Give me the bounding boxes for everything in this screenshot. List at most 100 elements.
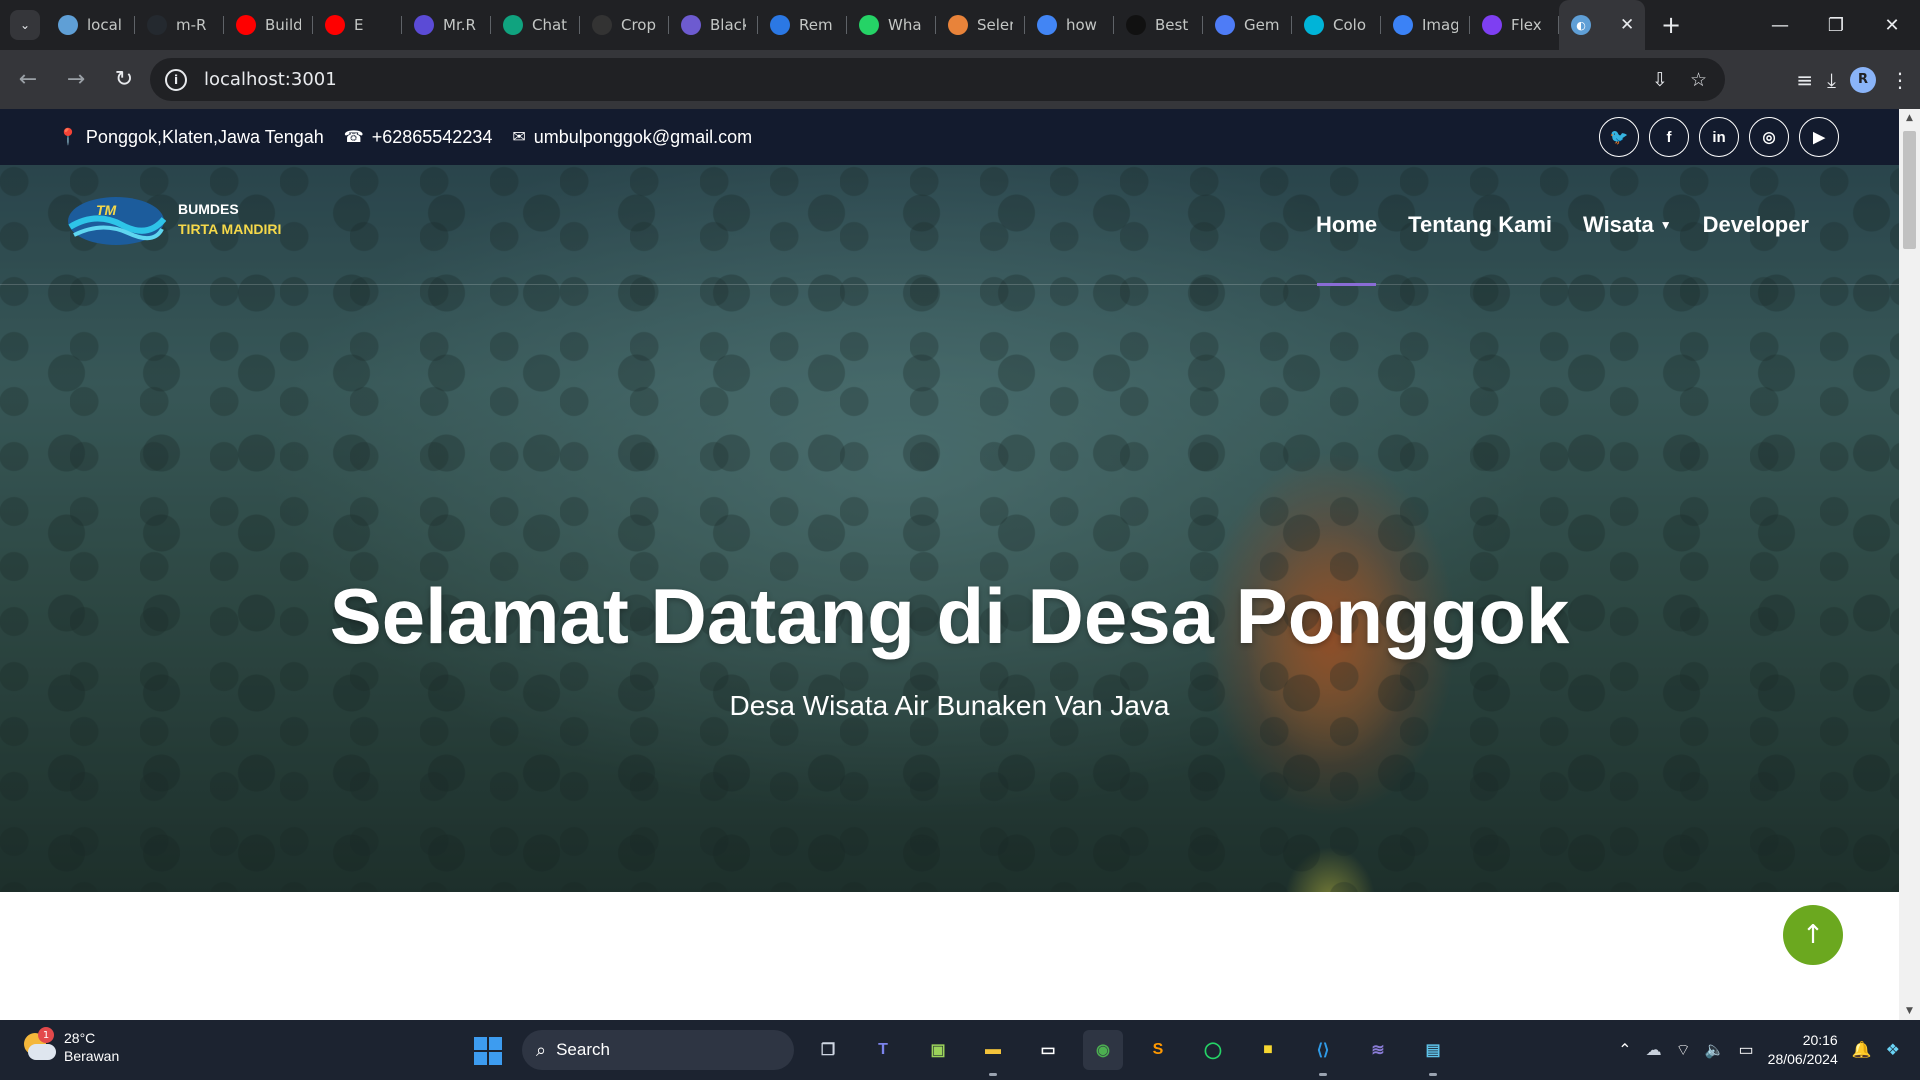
close-tab-icon[interactable]: ✕	[1620, 15, 1634, 35]
sublime-text-icon[interactable]: S	[1138, 1030, 1178, 1070]
browser-tab[interactable]: Black	[669, 0, 758, 50]
contact-topbar: 📍 Ponggok,Klaten,Jawa Tengah ☎ +62865542…	[0, 109, 1899, 165]
site-globe-icon: ◐	[1571, 15, 1591, 35]
scroll-up-icon[interactable]: ▲	[1899, 109, 1920, 127]
browser-tab[interactable]: Imag	[1381, 0, 1470, 50]
tab-search-chevron-icon[interactable]: ⌄	[10, 10, 40, 40]
weather-widget[interactable]: 1 28°C Berawan	[22, 1027, 120, 1065]
windows-start-icon[interactable]	[474, 1037, 502, 1065]
svg-text:TM: TM	[96, 202, 117, 218]
main-navbar: TM BUMDES TIRTA MANDIRI Home Tentang Kam…	[0, 165, 1899, 286]
install-app-icon[interactable]: ⇩	[1652, 69, 1668, 91]
vscode-icon[interactable]: ⟨⟩	[1303, 1030, 1343, 1076]
phone-text: +62865542234	[371, 126, 493, 147]
back-icon[interactable]: ←	[8, 60, 48, 100]
address-text: Ponggok,Klaten,Jawa Tengah	[85, 126, 324, 147]
nav-tentang-kami[interactable]: Tentang Kami	[1408, 165, 1552, 285]
caret-down-icon: ▼	[1659, 218, 1672, 232]
browser-tab[interactable]: Seler	[936, 0, 1025, 50]
browser-tab[interactable]: Chat	[491, 0, 580, 50]
new-tab-button[interactable]: +	[1653, 7, 1689, 43]
active-tab[interactable]: ◐ ✕	[1559, 0, 1645, 50]
facebook-icon[interactable]: f	[1649, 117, 1689, 157]
restore-icon[interactable]: ❐	[1808, 0, 1864, 50]
io-icon	[592, 15, 612, 35]
scrollbar-thumb[interactable]	[1903, 131, 1916, 249]
browser-tab[interactable]: Build	[224, 0, 313, 50]
whatsapp-icon	[859, 15, 879, 35]
chrome-icon[interactable]: ◉	[1083, 1030, 1123, 1070]
taskbar-clock[interactable]: 20:16 28/06/2024	[1768, 1031, 1838, 1069]
search-icon: ⌕	[536, 1039, 547, 1061]
notifications-bell-icon[interactable]: 🔔	[1852, 1040, 1872, 1060]
browser-tab[interactable]: E	[313, 0, 402, 50]
nav-developer[interactable]: Developer	[1703, 165, 1809, 285]
tab-title: Wha	[888, 16, 922, 34]
whatsapp-icon[interactable]: ◯	[1193, 1030, 1233, 1070]
sticky-notes-icon[interactable]: ■	[1248, 1030, 1288, 1070]
battery-icon[interactable]: ▭	[1739, 1040, 1754, 1060]
linkedin-icon[interactable]: in	[1699, 117, 1739, 157]
photos-icon[interactable]: ▣	[918, 1030, 958, 1070]
terminal-icon[interactable]: ▭	[1028, 1030, 1068, 1070]
browser-tab[interactable]: Mr.R	[402, 0, 491, 50]
page-viewport: 📍 Ponggok,Klaten,Jawa Tengah ☎ +62865542…	[0, 109, 1899, 1020]
close-window-icon[interactable]: ✕	[1864, 0, 1920, 50]
address-bar[interactable]: i localhost:3001 ⇩ ☆	[150, 58, 1725, 101]
logo-wave-icon: TM	[68, 197, 166, 245]
bookmark-icon	[770, 15, 790, 35]
browser-tab[interactable]: Rem	[758, 0, 847, 50]
notepad-icon[interactable]: ▤	[1413, 1030, 1453, 1076]
twitter-icon[interactable]: 🐦	[1599, 117, 1639, 157]
browser-tab[interactable]: Crop	[580, 0, 669, 50]
onedrive-icon[interactable]: ☁	[1646, 1040, 1662, 1060]
hero-section: TM BUMDES TIRTA MANDIRI Home Tentang Kam…	[0, 165, 1899, 892]
browser-tab[interactable]: local	[46, 0, 135, 50]
bookmark-star-icon[interactable]: ☆	[1690, 69, 1707, 91]
logo-line1: BUMDES	[178, 201, 239, 217]
address-info: 📍 Ponggok,Klaten,Jawa Tengah	[58, 127, 324, 148]
page-scrollbar[interactable]: ▲ ▼	[1899, 109, 1920, 1020]
visual-studio-icon[interactable]: ≋	[1358, 1030, 1398, 1070]
system-tray: ⌃ ☁ ⌔ 🔈 ▭ 20:16 28/06/2024 🔔 ❖	[1618, 1020, 1900, 1080]
tab-title: Gem	[1244, 16, 1280, 34]
media-control-icon[interactable]: ≡	[1796, 68, 1813, 92]
browser-tab[interactable]: how	[1025, 0, 1114, 50]
browser-tab[interactable]: Colo	[1292, 0, 1381, 50]
tray-overflow-icon[interactable]: ⌃	[1618, 1040, 1631, 1060]
menu-dots-icon[interactable]: ⋮	[1890, 68, 1910, 92]
scroll-down-icon[interactable]: ▼	[1899, 1002, 1920, 1020]
youtube-icon	[325, 15, 345, 35]
task-view-icon[interactable]: ❐	[808, 1030, 848, 1070]
tab-title: m-R	[176, 16, 207, 34]
downloads-icon[interactable]: ⤓	[1827, 68, 1836, 92]
copilot-icon[interactable]: ❖	[1886, 1040, 1900, 1060]
browser-tab[interactable]: Best	[1114, 0, 1203, 50]
teams-icon[interactable]: T	[863, 1030, 903, 1070]
instagram-icon[interactable]: ◎	[1749, 117, 1789, 157]
volume-icon[interactable]: 🔈	[1705, 1040, 1725, 1060]
nav-home[interactable]: Home	[1316, 165, 1377, 286]
browser-tab[interactable]: m-R	[135, 0, 224, 50]
weather-desc: Berawan	[64, 1048, 120, 1064]
wifi-icon[interactable]: ⌔	[1676, 1040, 1691, 1060]
site-info-icon[interactable]: i	[165, 68, 187, 91]
site-logo[interactable]: TM BUMDES TIRTA MANDIRI	[66, 191, 281, 247]
windows-taskbar: 1 28°C Berawan ⌕ Search ❐ T ▣ ▬ ▭ ◉ S ◯ …	[0, 1020, 1920, 1080]
address-url[interactable]: localhost:3001	[204, 69, 337, 90]
nav-wisata-dropdown[interactable]: Wisata ▼	[1583, 165, 1672, 285]
reload-icon[interactable]: ↻	[104, 60, 144, 100]
minimize-icon[interactable]: —	[1752, 0, 1808, 50]
forward-icon[interactable]: →	[56, 60, 96, 100]
envelope-icon: ✉	[512, 129, 526, 146]
back-to-top-button[interactable]: ↑	[1783, 905, 1843, 965]
map-pin-icon: 📍	[58, 129, 78, 146]
browser-tab[interactable]: Wha	[847, 0, 936, 50]
tab-title: Mr.R	[443, 16, 476, 34]
browser-tab[interactable]: Gem	[1203, 0, 1292, 50]
taskbar-search[interactable]: ⌕ Search	[522, 1030, 794, 1070]
profile-avatar[interactable]: R	[1850, 66, 1876, 93]
youtube-icon[interactable]: ▶	[1799, 117, 1839, 157]
browser-tab[interactable]: Flex	[1470, 0, 1559, 50]
file-explorer-icon[interactable]: ▬	[973, 1030, 1013, 1076]
